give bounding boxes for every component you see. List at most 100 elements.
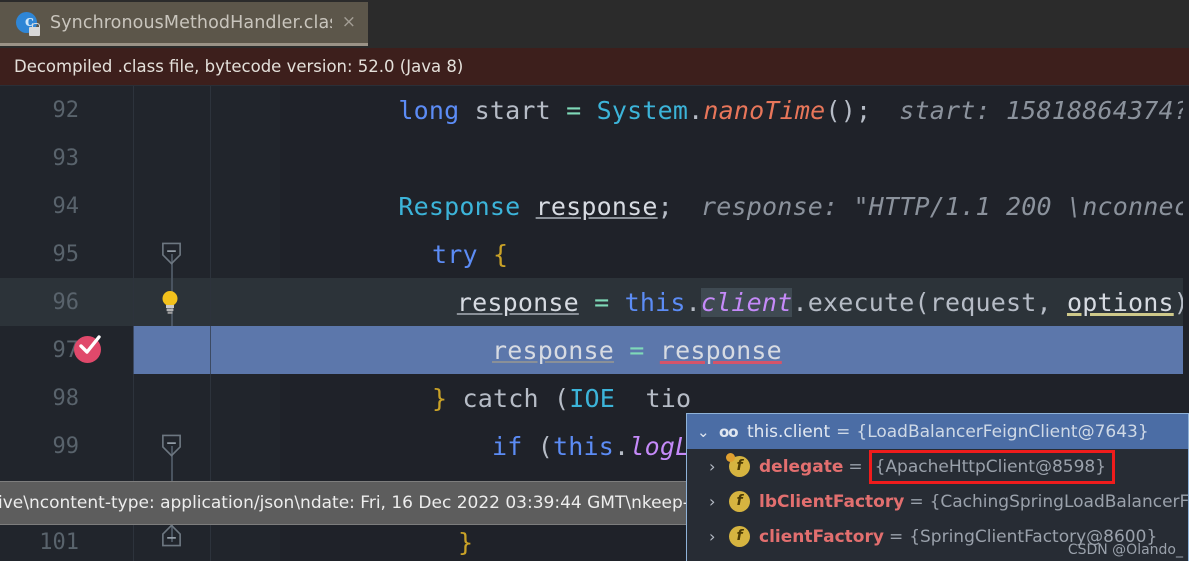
line-number: 98 [52,385,80,411]
fold-collapse-icon[interactable] [160,433,183,459]
fold-collapse-icon[interactable] [160,241,183,267]
editor-line-96[interactable]: 96 response = this. client .execute(reques… [0,278,1189,326]
code-editor[interactable]: 92 long start = System. nanoTime (); start:… [0,86,1189,561]
gutter-93[interactable]: 93 [0,134,133,182]
fold-column-98[interactable] [133,374,210,422]
line-number: 94 [52,193,80,219]
decompiled-notice-text: Decompiled .class file, bytecode version… [14,57,464,76]
popup-field-row-lbclientfactory[interactable]: › f lbClientFactory = {CachingSpringLoad… [687,484,1188,519]
fold-column-93[interactable] [133,134,210,182]
editor-line-92[interactable]: 92 long start = System. nanoTime (); start:… [0,86,1189,134]
editor-tab-bar: c SynchronousMethodHandler.class × [0,0,1189,48]
gutter-99[interactable]: 99 [0,422,133,470]
line-number: 101 [39,529,79,555]
gutter-94[interactable]: 94 [0,182,133,230]
code-text-93[interactable] [280,134,1189,182]
fold-column-95[interactable] [133,230,210,278]
tok: . [685,287,701,317]
close-icon[interactable]: × [332,14,356,31]
chevron-right-icon[interactable]: › [709,492,729,511]
annotation-column-95 [210,230,280,278]
tok: if [492,431,523,461]
watches-eye-icon: oo [719,422,739,441]
tok: response [492,335,615,365]
code-text-92[interactable]: long start = System. nanoTime (); start: 15… [280,86,1189,134]
line-number: 99 [52,433,80,459]
annotation-column-93 [210,134,280,182]
gutter-96[interactable]: 96 [0,278,133,326]
popup-field-value-highlighted: {ApacheHttpClient@8598} [868,449,1116,484]
editor-line-94[interactable]: 94 Response response; response: "HTTP/1.1… [0,182,1189,230]
editor-line-95[interactable]: 95 try { [0,230,1189,278]
chevron-right-icon[interactable]: › [709,527,729,546]
popup-root-value: {LoadBalancerFeignClient@7643} [856,421,1149,442]
annotation-column-99 [210,422,280,470]
tok: . [688,95,704,125]
tok: = [629,335,645,365]
tok [520,192,535,221]
code-text-97[interactable]: response = response [280,326,1189,374]
popup-field-equals: = [909,491,924,512]
fold-column-96[interactable] [133,278,210,326]
editor-line-97[interactable]: 97 response = response [0,326,1189,374]
tok: response [535,191,658,221]
gutter-97[interactable]: 97 [0,326,133,374]
code-text-96[interactable]: response = this. client .execute(request, … [280,278,1189,326]
inline-value-tooltip-text: ive\ncontent-type: application/json\ndat… [0,493,689,513]
line-number: 93 [52,145,80,171]
tok: ; [657,191,673,221]
annotation-column-92 [210,86,280,134]
tok: options [1066,287,1174,317]
tok [645,336,660,365]
code-text-94[interactable]: Response response; response: "HTTP/1.1 20… [280,182,1189,230]
intention-bulb-icon[interactable] [158,289,182,315]
popup-root-expression: this.client [747,421,831,442]
fold-column-92[interactable] [133,86,210,134]
tok: try [432,239,478,269]
fold-column-99[interactable] [133,422,210,470]
editor-tab-synchronousmethodhandler[interactable]: c SynchronousMethodHandler.class × [0,2,368,46]
watermark: CSDN @Olando_ [1067,542,1183,558]
code-text-95[interactable]: try { [280,230,1189,278]
ide-editor-window: c SynchronousMethodHandler.class × Decom… [0,0,1189,561]
annotation-column-98 [210,374,280,422]
tok [478,240,493,269]
java-class-locked-icon: c [14,10,40,36]
tok: .execute(request, [792,287,1067,317]
tok: tio [615,383,692,413]
popup-field-value: {CachingSpringLoadBalancerF [929,491,1189,512]
tok: IOE [569,383,616,413]
tok: ( [522,431,554,461]
chevron-down-icon[interactable]: ⌄ [697,423,719,441]
tok [579,288,594,317]
fold-column-94[interactable] [133,182,210,230]
popup-root-row[interactable]: ⌄ oo this.client = {LoadBalancerFeignCli… [687,414,1188,449]
debugger-value-popup[interactable]: ⌄ oo this.client = {LoadBalancerFeignCli… [686,413,1189,561]
gutter-98[interactable]: 98 [0,374,133,422]
popup-field-row-delegate[interactable]: › f delegate = {ApacheHttpClient@8598} [687,449,1188,484]
tooltip-notch [596,481,622,482]
tok [581,96,596,125]
popup-field-name: clientFactory [759,526,884,547]
tok: nanoTime [703,95,826,125]
gutter-92[interactable]: 92 [0,86,133,134]
gutter-95[interactable]: 95 [0,230,133,278]
popup-field-equals: = [848,456,863,477]
field-icon: f [726,453,750,477]
annotation-column-96 [210,278,280,326]
inline-value-hint: start: 15818864374? [899,95,1189,125]
popup-field-equals: = [888,526,904,547]
tok [609,288,624,317]
tok-selected-identifier[interactable]: client [700,287,793,317]
line-number: 92 [52,97,80,123]
popup-root-equals: = [836,421,851,442]
decompiled-notice-banner: Decompiled .class file, bytecode version… [0,48,1189,86]
tok: Response [398,191,521,221]
breakpoint-verified-icon[interactable] [74,335,101,363]
tok: response [659,335,782,365]
tok: System [596,95,689,125]
fold-collapse-end-icon[interactable] [160,522,183,548]
fold-column-97[interactable] [133,326,210,374]
editor-line-93[interactable]: 93 [0,134,1189,182]
annotation-column-97 [210,326,280,374]
